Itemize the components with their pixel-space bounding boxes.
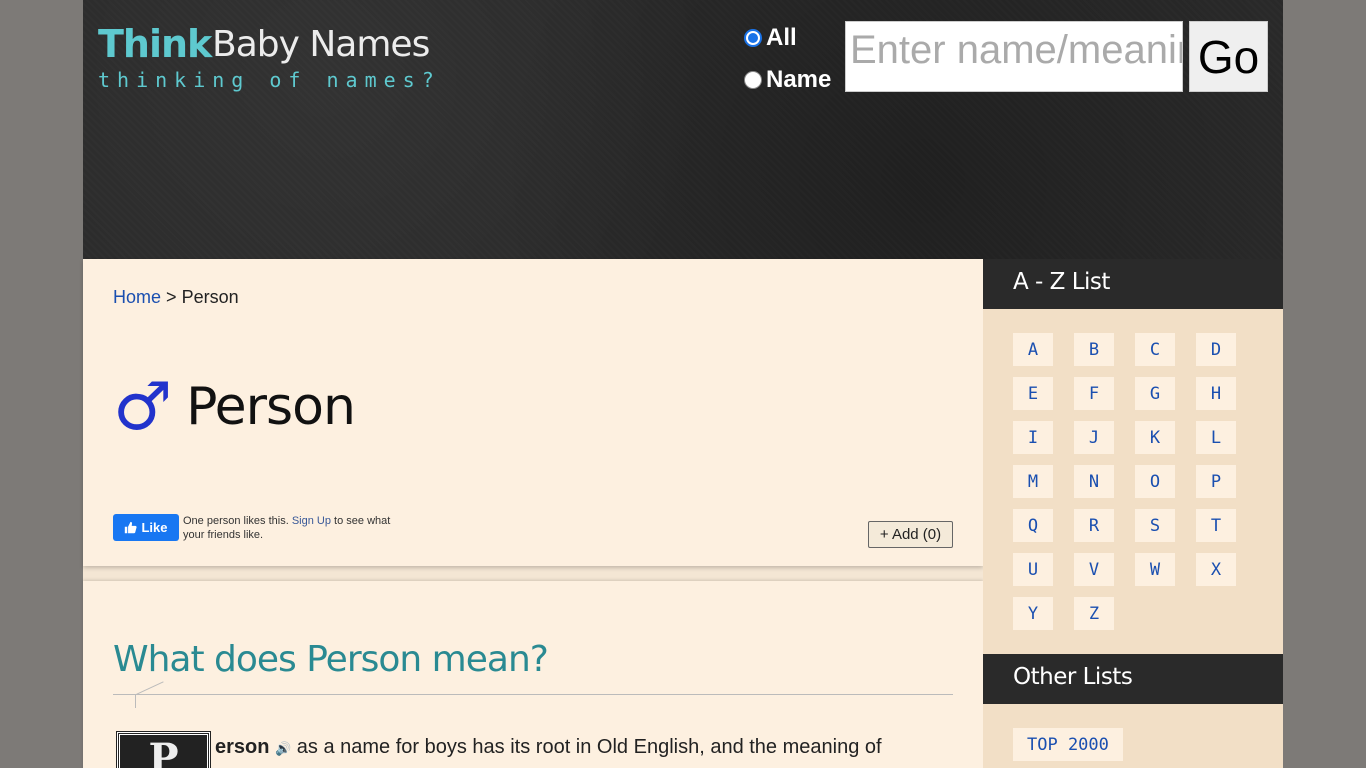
breadcrumb: Home > Person [113,287,239,308]
letter-button-x[interactable]: X [1196,553,1236,586]
page-wrapper: Think Baby Names thinking of names? All … [83,0,1283,768]
sidebar: A - Z List A B C D E F G H I J K L M N O… [983,259,1283,768]
facebook-like-text: One person likes this. Sign Up to see wh… [183,514,403,542]
letter-button-n[interactable]: N [1074,465,1114,498]
divider-notch [135,694,165,708]
letter-button-g[interactable]: G [1135,377,1175,410]
letter-button-q[interactable]: Q [1013,509,1053,542]
meaning-card: What does Person mean? P erson 🔊 as a na… [83,581,983,768]
add-favorite-button[interactable]: + Add (0) [868,521,953,548]
breadcrumb-home[interactable]: Home [113,287,161,307]
radio-name-label[interactable]: Name [766,66,831,94]
letter-button-u[interactable]: U [1013,553,1053,586]
meaning-paragraph: erson 🔊 as a name for boys has its root … [215,736,882,759]
dropcap-initial: P [116,731,211,768]
az-list-title: A - Z List [983,259,1283,309]
meaning-name: erson [215,736,270,758]
thumbs-up-icon [125,521,138,534]
breadcrumb-separator: > [166,287,177,307]
radio-name-button[interactable] [744,71,762,89]
letter-button-d[interactable]: D [1196,333,1236,366]
top-2000-button[interactable]: TOP 2000 [1013,728,1123,761]
breadcrumb-current: Person [181,287,239,307]
letter-button-f[interactable]: F [1074,377,1114,410]
male-icon: ♂ [113,368,173,445]
logo-baby-names[interactable]: Baby Names [212,24,430,65]
name-card: Home > Person ♂ Person Like One person l… [83,259,983,566]
letter-button-y[interactable]: Y [1013,597,1053,630]
letter-button-i[interactable]: I [1013,421,1053,454]
letter-button-o[interactable]: O [1135,465,1175,498]
facebook-signup-link[interactable]: Sign Up [292,515,331,527]
facebook-like-button[interactable]: Like [113,514,179,541]
radio-all-label[interactable]: All [766,24,797,52]
letter-button-s[interactable]: S [1135,509,1175,542]
site-header: Think Baby Names thinking of names? All … [83,0,1283,259]
heading-divider [113,694,953,695]
radio-name[interactable]: Name [744,66,831,94]
facebook-like-label[interactable]: Like [141,520,167,535]
az-letter-grid: A B C D E F G H I J K L M N O P Q R S T … [1013,333,1236,630]
meaning-heading: What does Person mean? [113,639,549,680]
letter-button-w[interactable]: W [1135,553,1175,586]
logo-tagline: thinking of names? [98,68,441,92]
radio-all[interactable]: All [744,24,797,52]
meaning-text: as a name for boys has its root in Old E… [296,736,882,758]
letter-button-a[interactable]: A [1013,333,1053,366]
letter-button-m[interactable]: M [1013,465,1053,498]
letter-button-h[interactable]: H [1196,377,1236,410]
letter-button-p[interactable]: P [1196,465,1236,498]
speaker-icon[interactable]: 🔊 [275,741,291,756]
letter-button-l[interactable]: L [1196,421,1236,454]
letter-button-z[interactable]: Z [1074,597,1114,630]
letter-button-k[interactable]: K [1135,421,1175,454]
other-lists-title: Other Lists [983,654,1283,704]
letter-button-j[interactable]: J [1074,421,1114,454]
radio-all-button[interactable] [744,29,762,47]
facebook-text-prefix: One person likes this. [183,515,289,527]
search-input[interactable]: Enter name/meaning [845,21,1183,92]
letter-button-e[interactable]: E [1013,377,1053,410]
letter-button-v[interactable]: V [1074,553,1114,586]
letter-button-r[interactable]: R [1074,509,1114,542]
letter-button-t[interactable]: T [1196,509,1236,542]
go-button[interactable]: Go [1189,21,1268,92]
letter-button-c[interactable]: C [1135,333,1175,366]
logo-think[interactable]: Think [98,22,212,66]
letter-button-b[interactable]: B [1074,333,1114,366]
page-title: ♂ Person [113,368,356,445]
name-heading: Person [186,377,356,437]
